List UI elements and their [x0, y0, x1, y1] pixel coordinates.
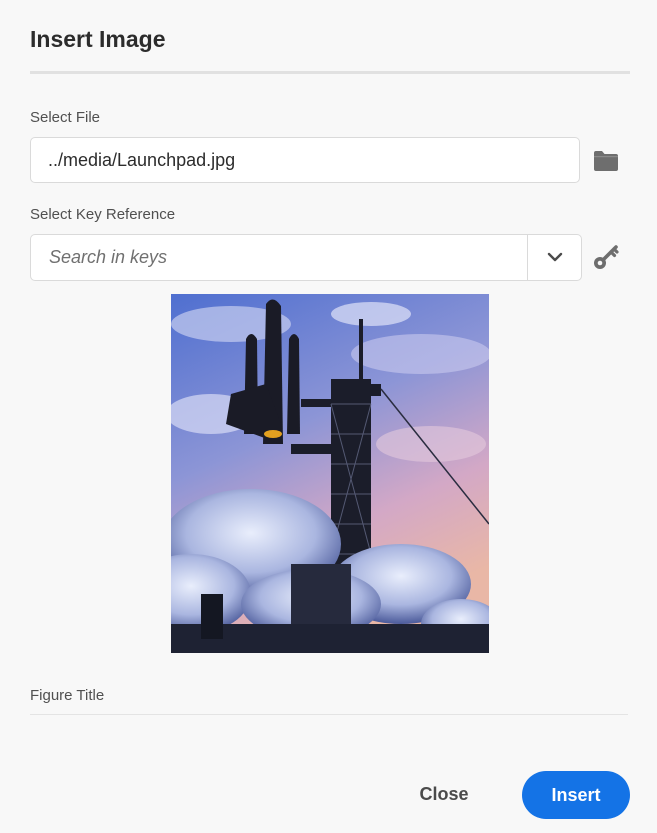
- figure-title-field[interactable]: [30, 714, 628, 715]
- insert-button[interactable]: Insert: [522, 771, 630, 819]
- image-preview: [171, 294, 489, 653]
- key-search-input[interactable]: [31, 235, 528, 280]
- launchpad-image: [171, 294, 489, 653]
- key-icon[interactable]: [591, 242, 621, 272]
- select-file-input[interactable]: [30, 137, 580, 183]
- close-button[interactable]: Close: [402, 770, 486, 818]
- key-reference-label: Select Key Reference: [30, 206, 176, 223]
- key-reference-combobox: [30, 234, 582, 281]
- dialog-title: Insert Image: [30, 26, 166, 52]
- title-divider: [30, 71, 630, 74]
- figure-title-label: Figure Title: [30, 687, 105, 704]
- key-dropdown-button[interactable]: [527, 235, 581, 280]
- insert-image-dialog: Insert Image Select File Select Key Refe…: [0, 0, 657, 833]
- folder-icon[interactable]: [591, 146, 621, 176]
- chevron-down-icon: [547, 249, 563, 267]
- select-file-label: Select File: [30, 109, 101, 126]
